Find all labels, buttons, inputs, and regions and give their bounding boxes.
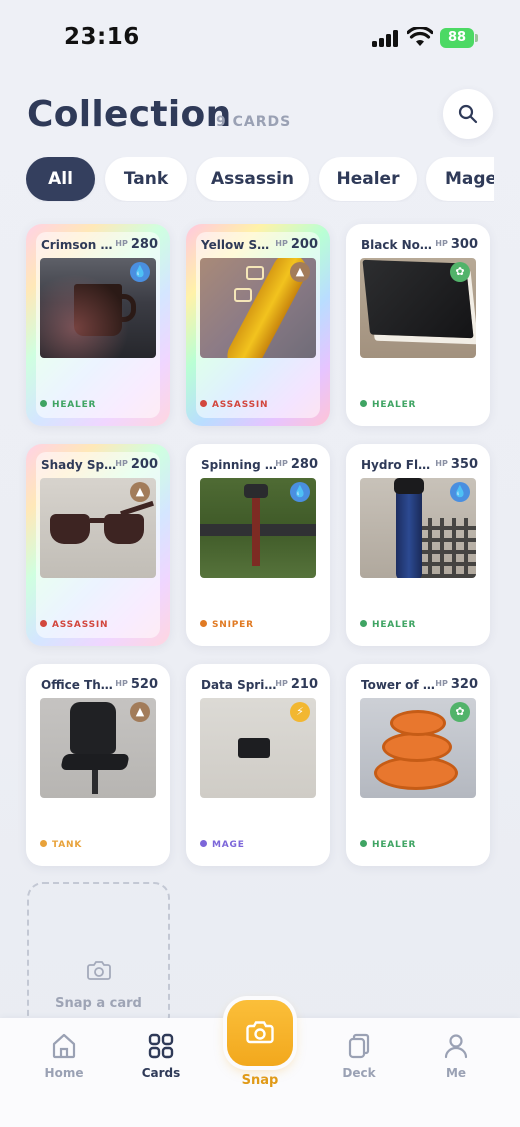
water-drop-icon: 💧 (130, 262, 150, 282)
collection-card[interactable]: Office Thro... HP520 ▲ TANK (26, 664, 170, 866)
card-hp: HP 350 (435, 457, 478, 472)
card-hp: HP 210 (275, 677, 318, 692)
card-role: ASSASSIN (40, 620, 108, 630)
card-name: Crimson Br... (41, 238, 117, 252)
grid-icon (148, 1033, 174, 1059)
card-role: MAGE (200, 840, 245, 850)
collection-card[interactable]: Data Sprite HP 210 ⚡ MAGE (186, 664, 330, 866)
filter-chip-all[interactable]: All (26, 157, 95, 201)
wifi-icon (407, 27, 433, 46)
card-name: Spinning Sp... (201, 458, 277, 472)
tab-me[interactable]: Me (416, 1032, 496, 1080)
search-icon (458, 104, 478, 124)
mountain-icon: ▲ (290, 262, 310, 282)
mountain-icon: ▲ (130, 702, 150, 722)
leaf-icon: ✿ (450, 702, 470, 722)
card-role: TANK (40, 840, 82, 850)
lightning-icon: ⚡ (290, 702, 310, 722)
card-hp: HP 200 (115, 457, 158, 472)
card-role: HEALER (40, 400, 96, 410)
collection-card[interactable]: Yellow Spe... HP200 ▲ ASSASSIN (186, 224, 330, 426)
camera-icon (87, 961, 111, 980)
card-role: HEALER (360, 400, 416, 410)
status-time: 23:16 (64, 24, 140, 50)
user-icon (444, 1034, 468, 1059)
page-title: Collection (27, 94, 232, 135)
card-name: Hydro Flask... (361, 458, 437, 472)
collection-card[interactable]: Tower of Tr... HP320 ✿ HEALER (346, 664, 490, 866)
collection-card[interactable]: Hydro Flask... HP350 💧 HEALER (346, 444, 490, 646)
card-role: SNIPER (200, 620, 254, 630)
card-name: Yellow Spe... (201, 238, 277, 252)
mountain-icon: ▲ (130, 482, 150, 502)
card-hp: HP 300 (435, 237, 478, 252)
card-hp: HP 200 (275, 237, 318, 252)
cellular-signal-icon (372, 30, 400, 47)
home-icon (52, 1033, 76, 1059)
camera-icon (246, 1021, 274, 1044)
tab-cards[interactable]: Cards (121, 1032, 201, 1080)
card-role: HEALER (360, 620, 416, 630)
card-hp: HP 520 (115, 677, 158, 692)
card-name: Shady Spec... (41, 458, 117, 472)
deck-icon (348, 1033, 370, 1059)
snap-a-card-label: Snap a card (55, 996, 142, 1011)
collection-card[interactable]: Spinning Sp... HP280 💧 SNIPER (186, 444, 330, 646)
card-count: 9 CARDS (216, 114, 292, 130)
snap-a-card-tile[interactable]: Snap a card (27, 882, 170, 1032)
tab-deck[interactable]: Deck (319, 1032, 399, 1080)
collection-card[interactable]: Crimson Br... HP280 💧 HEALER (26, 224, 170, 426)
water-drop-icon: 💧 (450, 482, 470, 502)
card-name: Data Sprite (201, 678, 277, 692)
card-hp: HP 320 (435, 677, 478, 692)
water-drop-icon: 💧 (290, 482, 310, 502)
snap-button[interactable] (227, 1000, 293, 1066)
snap-label: Snap (241, 1073, 279, 1088)
filter-chip-tank[interactable]: Tank (105, 157, 187, 201)
filter-bar: All Tank Assassin Healer Mage (26, 157, 494, 202)
tab-home[interactable]: Home (24, 1032, 104, 1080)
card-role: ASSASSIN (200, 400, 268, 410)
collection-card[interactable]: Black Note... HP300 ✿ HEALER (346, 224, 490, 426)
card-role: HEALER (360, 840, 416, 850)
status-bar: 23:16 88 (0, 0, 520, 76)
leaf-icon: ✿ (450, 262, 470, 282)
filter-chip-healer[interactable]: Healer (319, 157, 417, 201)
card-name: Black Note... (361, 238, 437, 252)
card-hp: HP 280 (275, 457, 318, 472)
card-name: Office Thro... (41, 678, 117, 692)
battery-level: 88 (440, 28, 474, 48)
filter-chip-assassin[interactable]: Assassin (196, 157, 309, 201)
collection-card[interactable]: Shady Spec... HP200 ▲ ASSASSIN (26, 444, 170, 646)
filter-chip-mage[interactable]: Mage (426, 157, 494, 201)
card-name: Tower of Tr... (361, 678, 437, 692)
battery-icon: 88 (440, 28, 478, 48)
search-button[interactable] (443, 89, 493, 139)
card-hp: HP 280 (115, 237, 158, 252)
